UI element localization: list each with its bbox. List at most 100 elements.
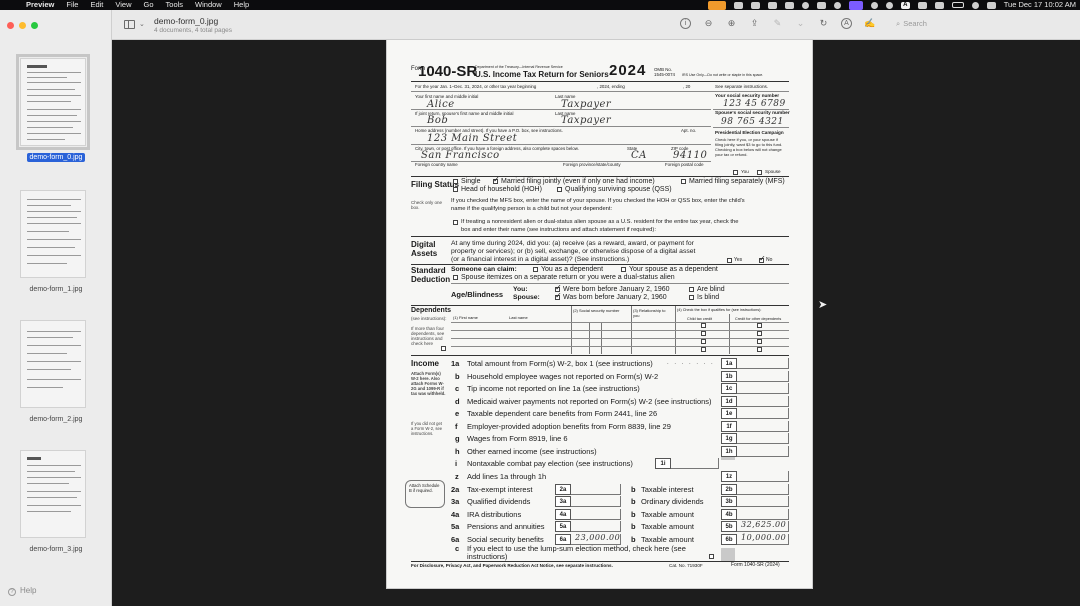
zip-field[interactable]: 94110 bbox=[673, 150, 707, 161]
qss-checkbox[interactable] bbox=[557, 187, 562, 192]
more-dependents-checkbox[interactable] bbox=[441, 346, 446, 351]
line-1c-amount[interactable] bbox=[737, 383, 789, 394]
thumbnail-label[interactable]: demo-form_2.jpg bbox=[0, 416, 112, 423]
menu-tools[interactable]: Tools bbox=[166, 0, 184, 10]
menu-extra-icon[interactable] bbox=[801, 1, 809, 9]
line-1a-amount[interactable] bbox=[737, 358, 789, 369]
line-3a-amount[interactable] bbox=[571, 496, 621, 507]
line-1g-amount[interactable] bbox=[737, 433, 789, 444]
spouse-ssn-field[interactable]: 98 765 4321 bbox=[721, 117, 784, 127]
line-1h-amount[interactable] bbox=[737, 446, 789, 457]
minimize-window-icon[interactable] bbox=[19, 22, 26, 29]
menu-edit[interactable]: Edit bbox=[90, 0, 103, 10]
line-2a-amount[interactable] bbox=[571, 484, 621, 495]
moon-icon[interactable] bbox=[833, 1, 841, 9]
line-2b-amount[interactable] bbox=[737, 484, 789, 495]
child-tax-credit-checkbox[interactable] bbox=[701, 331, 706, 336]
menu-clock[interactable]: Tue Dec 17 10:02 AM bbox=[1004, 0, 1076, 10]
menu-view[interactable]: View bbox=[115, 0, 131, 10]
line-1e-amount[interactable] bbox=[737, 408, 789, 419]
thumbnail-label[interactable]: demo-form_3.jpg bbox=[0, 546, 112, 553]
spouse-last-name-field[interactable]: Taxpayer bbox=[561, 115, 611, 126]
digital-assets-no-checkbox[interactable] bbox=[759, 254, 766, 263]
menu-app-name[interactable]: Preview bbox=[26, 0, 54, 10]
thumbnail-demo-form-1[interactable] bbox=[20, 190, 86, 278]
spouse-itemizes-checkbox[interactable] bbox=[453, 275, 458, 280]
document-viewer[interactable]: Form 1040-SR Department of the Treasury—… bbox=[112, 40, 1080, 606]
cloud-icon[interactable] bbox=[784, 1, 794, 9]
input-source-icon[interactable]: A bbox=[900, 1, 910, 9]
sidebar-toggle-icon[interactable] bbox=[124, 20, 135, 29]
other-dependents-checkbox[interactable] bbox=[757, 331, 762, 336]
chevron-down-icon[interactable]: ⌄ bbox=[139, 20, 145, 28]
spotlight-icon[interactable] bbox=[971, 1, 979, 9]
line-1f-amount[interactable] bbox=[737, 421, 789, 432]
menu-window[interactable]: Window bbox=[195, 0, 222, 10]
spouse-first-name-field[interactable]: Bob bbox=[427, 115, 448, 126]
menu-extra-icon[interactable] bbox=[733, 1, 743, 9]
line-3b-amount[interactable] bbox=[737, 496, 789, 507]
rotate-icon[interactable]: ↻ bbox=[818, 18, 829, 29]
wifi-icon[interactable] bbox=[934, 1, 944, 9]
you-dependent-checkbox[interactable] bbox=[533, 267, 538, 272]
line-5b-amount[interactable]: 32,625.00 bbox=[737, 520, 789, 532]
menu-file[interactable]: File bbox=[66, 0, 78, 10]
markup-icon[interactable]: A bbox=[841, 18, 852, 29]
city-field[interactable]: San Francisco bbox=[421, 150, 500, 161]
thumbnail-demo-form-3[interactable] bbox=[20, 450, 86, 538]
digital-assets-yes-checkbox[interactable] bbox=[727, 258, 732, 263]
thumbnail-label[interactable]: demo-form_0.jpg bbox=[0, 153, 112, 162]
spouse-born-before-checkbox[interactable] bbox=[555, 291, 562, 300]
control-center-icon[interactable] bbox=[986, 1, 996, 9]
menu-help[interactable]: Help bbox=[234, 0, 249, 10]
sign-icon[interactable]: ✍ bbox=[864, 18, 875, 29]
other-dependents-checkbox[interactable] bbox=[757, 323, 762, 328]
pec-spouse-checkbox[interactable] bbox=[757, 170, 762, 175]
screen-mirroring-icon[interactable] bbox=[848, 0, 863, 10]
nra-spouse-checkbox[interactable] bbox=[453, 220, 458, 225]
volume-icon[interactable] bbox=[885, 1, 893, 9]
menu-extra-icon[interactable] bbox=[750, 1, 760, 9]
share-icon[interactable]: ⇪ bbox=[749, 18, 760, 29]
line-1i-amount[interactable] bbox=[671, 458, 719, 469]
spouse-blind-checkbox[interactable] bbox=[689, 295, 694, 300]
menu-extra-icon[interactable] bbox=[767, 1, 777, 9]
close-window-icon[interactable] bbox=[7, 22, 14, 29]
other-dependents-checkbox[interactable] bbox=[757, 339, 762, 344]
line-1b-amount[interactable] bbox=[737, 371, 789, 382]
line-5a-amount[interactable] bbox=[571, 521, 621, 532]
child-tax-credit-checkbox[interactable] bbox=[701, 323, 706, 328]
menu-go[interactable]: Go bbox=[144, 0, 154, 10]
menu-extra-icon[interactable] bbox=[816, 1, 826, 9]
pec-you-checkbox[interactable] bbox=[733, 170, 738, 175]
recording-icon[interactable] bbox=[707, 0, 726, 10]
zoom-out-icon[interactable]: ⊖ bbox=[703, 18, 714, 29]
help-link[interactable]: ? Help bbox=[8, 586, 36, 596]
spouse-dependent-checkbox[interactable] bbox=[621, 267, 626, 272]
other-dependents-checkbox[interactable] bbox=[757, 347, 762, 352]
thumbnail-label[interactable]: demo-form_1.jpg bbox=[0, 286, 112, 293]
menu-extra-icon[interactable] bbox=[917, 1, 927, 9]
line-1z-amount[interactable] bbox=[737, 471, 789, 482]
ssn-field[interactable]: 123 45 6789 bbox=[723, 99, 786, 109]
line-6b-amount[interactable]: 10,000.00 bbox=[737, 533, 789, 545]
state-field[interactable]: CA bbox=[631, 150, 647, 161]
markup-pen-icon[interactable]: ✎ bbox=[772, 18, 783, 29]
zoom-in-icon[interactable]: ⊕ bbox=[726, 18, 737, 29]
battery-icon[interactable] bbox=[951, 2, 964, 8]
line-1d-amount[interactable] bbox=[737, 396, 789, 407]
line-4b-amount[interactable] bbox=[737, 509, 789, 520]
hoh-checkbox[interactable] bbox=[453, 187, 458, 192]
info-icon[interactable]: i bbox=[680, 18, 691, 29]
line-4a-amount[interactable] bbox=[571, 509, 621, 520]
child-tax-credit-checkbox[interactable] bbox=[701, 347, 706, 352]
you-blind-checkbox[interactable] bbox=[689, 287, 694, 292]
menu-extra-icon[interactable] bbox=[870, 1, 878, 9]
mfj-checkbox[interactable] bbox=[493, 175, 500, 184]
lump-sum-checkbox[interactable] bbox=[709, 554, 714, 559]
zoom-window-icon[interactable] bbox=[31, 22, 38, 29]
thumbnail-demo-form-2[interactable] bbox=[20, 320, 86, 408]
thumbnail-demo-form-0[interactable] bbox=[16, 54, 90, 150]
search-field[interactable]: ⌕ Search bbox=[896, 19, 986, 31]
chevron-down-icon[interactable]: ⌄ bbox=[795, 18, 806, 29]
